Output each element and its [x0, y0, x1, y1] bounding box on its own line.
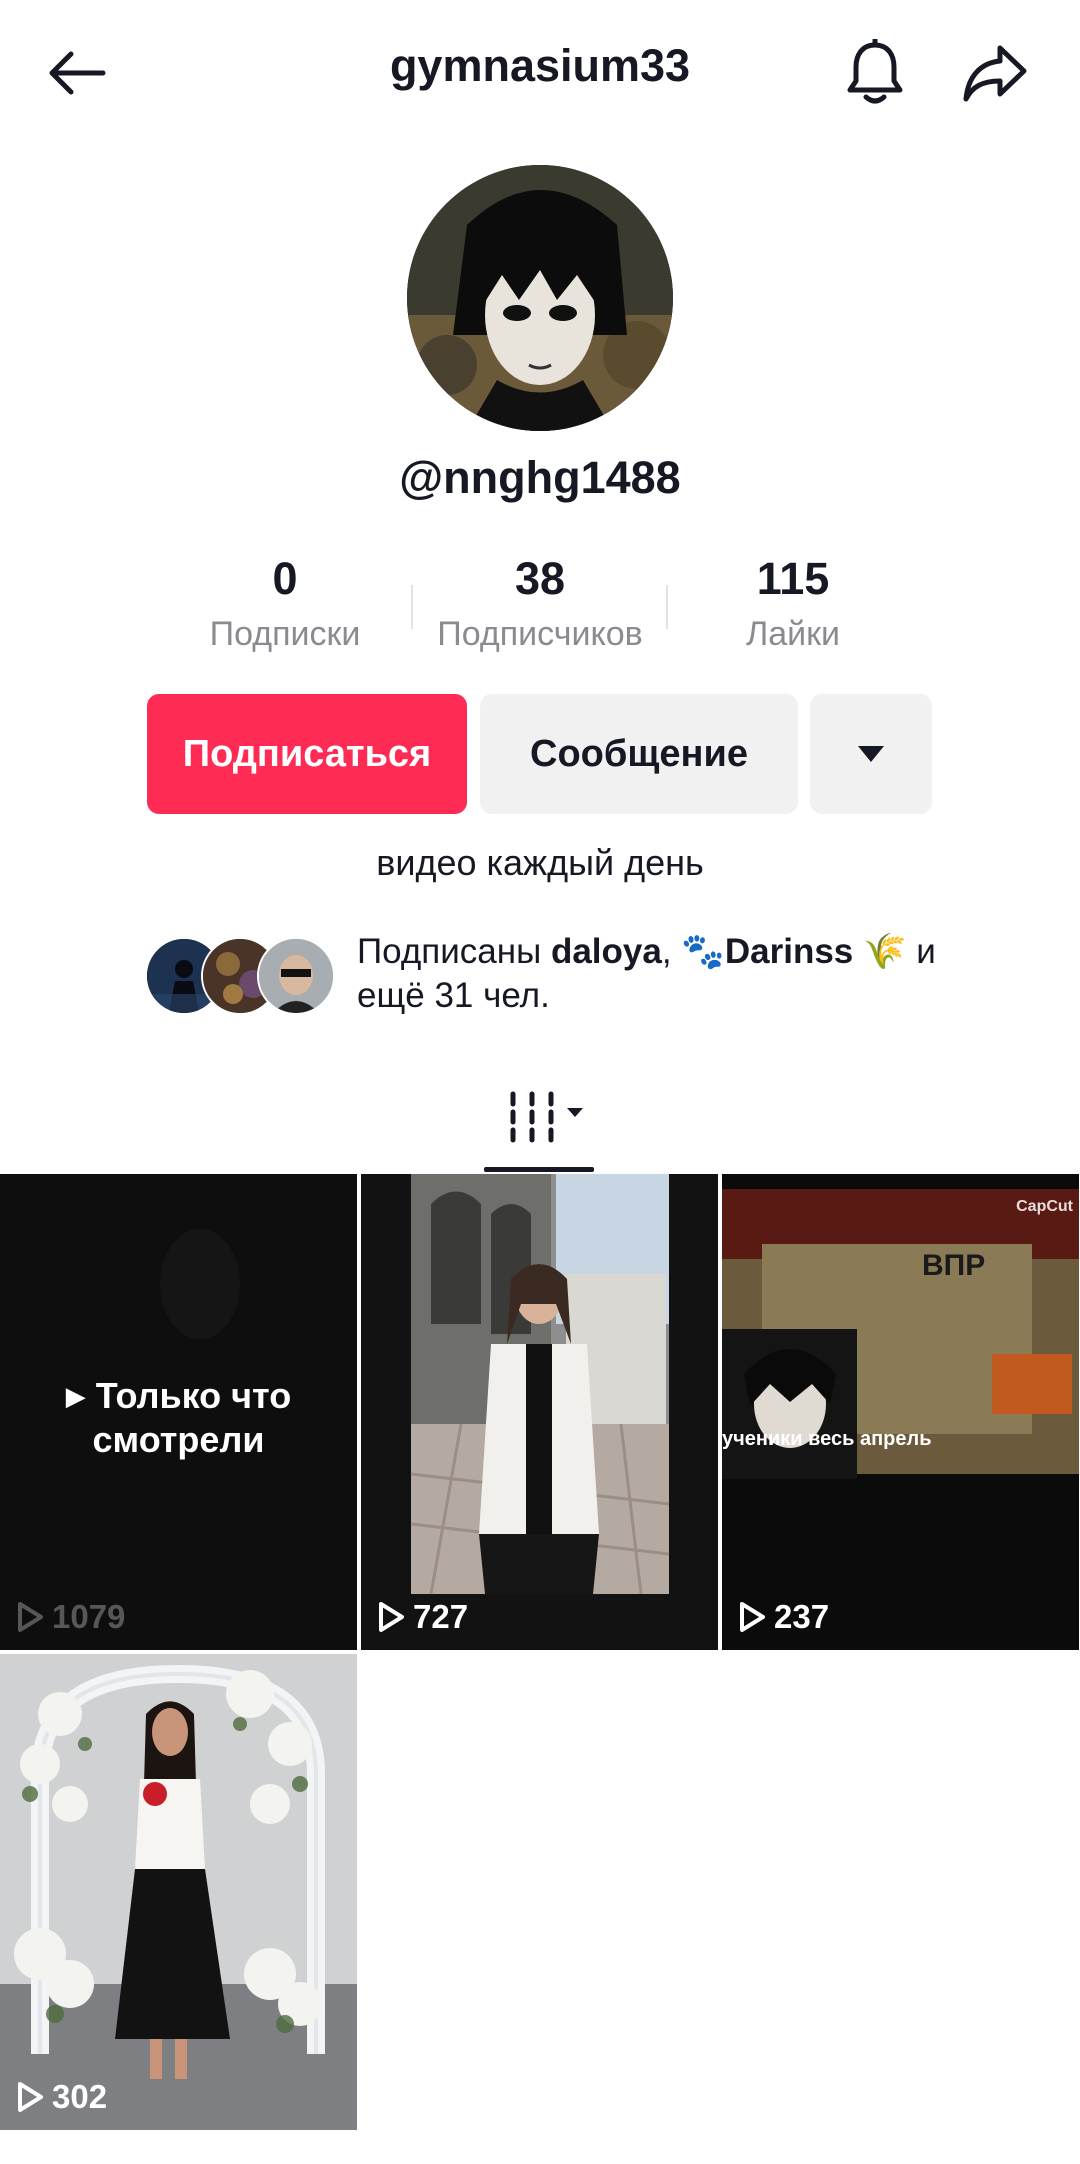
view-count: 1079: [16, 1598, 125, 1636]
stat-followers[interactable]: 38 Подписчиков: [415, 551, 665, 654]
video-thumbnail: [722, 1174, 1079, 1650]
grid-columns-icon: [510, 1091, 583, 1143]
video-tile[interactable]: ▶ Только что смотрели 1079: [0, 1174, 357, 1650]
capcut-watermark: CapCut: [1016, 1198, 1073, 1215]
video-thumbnail: [361, 1174, 718, 1650]
bell-icon: [847, 39, 903, 104]
video-tile[interactable]: 302: [0, 1654, 357, 2130]
video-tile[interactable]: 727: [361, 1174, 718, 1650]
view-count-value: 302: [52, 2078, 108, 2115]
video-caption: ученики весь апрель: [722, 1428, 932, 1450]
stat-label: Подписки: [209, 615, 361, 653]
recently-watched-label: ▶ Только что смотрели: [0, 1374, 357, 1462]
overlay-line: смотрели: [92, 1419, 265, 1460]
tab-videos[interactable]: [505, 1090, 595, 1146]
follow-button[interactable]: Подписаться: [147, 694, 467, 814]
followed-by-user[interactable]: daloya: [551, 932, 662, 971]
profile-handle: @nnghg1488: [399, 452, 681, 503]
tab-active-indicator: [484, 1167, 594, 1172]
notifications-button[interactable]: [830, 28, 920, 118]
profile-bio: видео каждый день: [376, 842, 704, 883]
video-tile[interactable]: CapCut ВПР ученики весь апрель 237: [722, 1174, 1079, 1650]
stat-value: 115: [756, 553, 830, 604]
message-button[interactable]: Сообщение: [480, 694, 798, 814]
avatar[interactable]: [407, 165, 673, 431]
stat-value: 0: [272, 553, 298, 604]
stat-value: 38: [514, 553, 566, 604]
follower-avatar: [257, 937, 335, 1015]
view-count-value: 237: [774, 1598, 830, 1635]
overlay-line: Только что: [95, 1375, 292, 1416]
stat-likes[interactable]: 115 Лайки: [668, 551, 918, 654]
share-button[interactable]: [950, 28, 1040, 118]
video-caption: ВПР: [922, 1249, 986, 1282]
view-count-value: 727: [413, 1598, 469, 1635]
video-thumbnail: [0, 1654, 357, 2130]
play-triangle-icon: ▶: [65, 1381, 86, 1411]
stat-label: Лайки: [745, 615, 841, 653]
view-count: 727: [377, 1598, 468, 1636]
caret-down-icon: [858, 746, 884, 762]
stat-divider: [411, 585, 413, 629]
suggested-accounts-button[interactable]: [810, 694, 932, 814]
view-count: 302: [16, 2078, 107, 2116]
view-count-value: 1079: [52, 1598, 126, 1635]
play-outline-icon: [379, 1602, 404, 1632]
followed-by-separator: ,: [661, 932, 682, 971]
followed-by-prefix: Подписаны: [357, 932, 551, 971]
followed-by-user[interactable]: 🐾Darinss 🌾: [681, 932, 906, 971]
stat-following[interactable]: 0 Подписки: [160, 551, 410, 654]
play-outline-icon: [18, 2082, 43, 2112]
followed-by-text[interactable]: Подписаны daloya, 🐾Darinss 🌾 и ещё 31 че…: [357, 930, 957, 1018]
play-outline-icon: [740, 1602, 765, 1632]
stat-label: Подписчиков: [437, 615, 643, 653]
play-outline-icon: [18, 1602, 43, 1632]
view-count: 237: [738, 1598, 829, 1636]
followed-by-avatars[interactable]: [145, 937, 335, 1015]
share-arrow-icon: [963, 45, 1027, 102]
avatar-image: [407, 165, 673, 431]
